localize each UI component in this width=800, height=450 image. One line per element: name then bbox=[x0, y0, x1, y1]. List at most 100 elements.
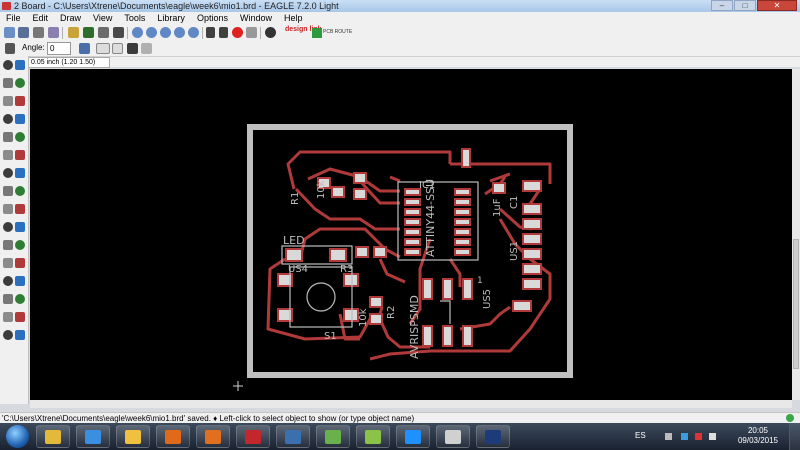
ulp-icon[interactable] bbox=[98, 27, 109, 38]
optimize-icon[interactable] bbox=[15, 204, 25, 214]
r1-pad bbox=[353, 172, 367, 184]
save-icon[interactable] bbox=[18, 27, 29, 38]
zoom-out-icon[interactable] bbox=[160, 27, 171, 38]
show-desktop-button[interactable] bbox=[789, 423, 800, 450]
minimize-button[interactable]: – bbox=[711, 0, 733, 11]
arc-icon[interactable] bbox=[15, 258, 25, 268]
menu-window[interactable]: Window bbox=[234, 12, 278, 25]
go-icon[interactable] bbox=[246, 27, 257, 38]
layer-icon[interactable] bbox=[68, 27, 79, 38]
route-icon[interactable] bbox=[3, 222, 13, 232]
show-icon[interactable] bbox=[3, 78, 13, 88]
vertical-scrollbar[interactable] bbox=[792, 69, 800, 400]
menu-options[interactable]: Options bbox=[191, 12, 234, 25]
group-icon[interactable] bbox=[3, 132, 13, 142]
menu-help[interactable]: Help bbox=[278, 12, 309, 25]
split-icon[interactable] bbox=[3, 204, 13, 214]
board-canvas[interactable]: LED US4 R3 S1 IC1 R1 10k ATTINY44-SSU 1u… bbox=[30, 69, 792, 400]
folder-taskbar-button[interactable] bbox=[116, 425, 150, 448]
layer-a-icon[interactable] bbox=[127, 43, 138, 54]
sound-icon[interactable] bbox=[695, 433, 702, 440]
help-icon[interactable] bbox=[265, 27, 276, 38]
drc-icon[interactable] bbox=[3, 330, 13, 340]
info-icon[interactable] bbox=[3, 60, 13, 70]
delete-icon[interactable] bbox=[15, 150, 25, 160]
abc-icon[interactable] bbox=[96, 43, 110, 54]
print-icon[interactable] bbox=[33, 27, 44, 38]
wire-icon[interactable] bbox=[3, 240, 13, 250]
arrow-up-icon[interactable] bbox=[665, 433, 672, 440]
horizontal-scrollbar[interactable] bbox=[30, 400, 792, 408]
rect-icon[interactable] bbox=[3, 276, 13, 286]
grid-icon[interactable] bbox=[5, 43, 15, 54]
label-us4: US4 bbox=[288, 264, 308, 275]
zoom-in-icon[interactable] bbox=[146, 27, 157, 38]
menu-view[interactable]: View bbox=[87, 12, 118, 25]
copy-icon[interactable] bbox=[15, 96, 25, 106]
close-button[interactable]: ✕ bbox=[757, 0, 797, 11]
ripup-icon[interactable] bbox=[15, 222, 25, 232]
undo-icon[interactable] bbox=[206, 27, 215, 38]
text-icon[interactable] bbox=[15, 240, 25, 250]
photoshop-taskbar-button[interactable] bbox=[476, 425, 510, 448]
explorer-taskbar-button[interactable] bbox=[36, 425, 70, 448]
network-icon[interactable] bbox=[681, 433, 688, 440]
redo-icon[interactable] bbox=[219, 27, 228, 38]
eye-icon[interactable] bbox=[15, 60, 25, 70]
language-indicator[interactable]: ES bbox=[635, 431, 646, 440]
text-mode-icon[interactable] bbox=[112, 43, 123, 54]
led-pad bbox=[329, 248, 347, 262]
store-taskbar-button[interactable] bbox=[396, 425, 430, 448]
clock[interactable]: 20:05 09/03/2015 bbox=[738, 426, 778, 446]
angle-select[interactable]: 0 bbox=[47, 42, 71, 55]
sch-board-icon[interactable] bbox=[83, 27, 94, 38]
r3-pad bbox=[355, 246, 369, 258]
hole-icon[interactable] bbox=[15, 294, 25, 304]
script-icon[interactable] bbox=[113, 27, 124, 38]
ie-taskbar-button[interactable] bbox=[76, 425, 110, 448]
change-icon[interactable] bbox=[15, 132, 25, 142]
explorer-icon bbox=[45, 429, 61, 444]
photos-taskbar-button[interactable] bbox=[316, 425, 350, 448]
via-icon[interactable] bbox=[3, 294, 13, 304]
eagle-taskbar-button[interactable] bbox=[236, 425, 270, 448]
cam-icon[interactable] bbox=[48, 27, 59, 38]
zoom-select-icon[interactable] bbox=[188, 27, 199, 38]
pinswap-icon[interactable] bbox=[15, 168, 25, 178]
maximize-button[interactable]: □ bbox=[734, 0, 756, 11]
lock-icon[interactable] bbox=[15, 186, 25, 196]
mirror-icon[interactable] bbox=[3, 114, 13, 124]
rotate-icon[interactable] bbox=[15, 114, 25, 124]
start-button[interactable] bbox=[6, 425, 29, 448]
menu-file[interactable]: File bbox=[0, 12, 27, 25]
move-icon[interactable] bbox=[3, 96, 13, 106]
menu-library[interactable]: Library bbox=[151, 12, 191, 25]
zoom-redraw-icon[interactable] bbox=[174, 27, 185, 38]
polygon-icon[interactable] bbox=[15, 276, 25, 286]
circle-icon[interactable] bbox=[3, 258, 13, 268]
paint-taskbar-button[interactable] bbox=[356, 425, 390, 448]
paste-icon[interactable] bbox=[3, 150, 13, 160]
pcb-route-icon[interactable] bbox=[312, 28, 322, 38]
menu-draw[interactable]: Draw bbox=[54, 12, 87, 25]
add-icon[interactable] bbox=[3, 168, 13, 178]
autorouter-icon[interactable] bbox=[15, 312, 25, 322]
ratsnest-icon[interactable] bbox=[3, 312, 13, 322]
zoom-fit-icon[interactable] bbox=[132, 27, 143, 38]
firefox-taskbar-button[interactable] bbox=[196, 425, 230, 448]
snipping-taskbar-button[interactable] bbox=[436, 425, 470, 448]
stop-icon[interactable] bbox=[232, 27, 243, 38]
layer-b-icon[interactable] bbox=[141, 43, 152, 54]
media-player-taskbar-button[interactable] bbox=[156, 425, 190, 448]
display-icon[interactable] bbox=[15, 78, 25, 88]
mirror-icon[interactable] bbox=[79, 43, 90, 54]
errors-icon[interactable] bbox=[15, 330, 25, 340]
replace-icon[interactable] bbox=[3, 186, 13, 196]
open-icon[interactable] bbox=[4, 27, 15, 38]
remote-taskbar-button[interactable] bbox=[276, 425, 310, 448]
vertical-scroll-thumb[interactable] bbox=[793, 239, 799, 369]
power-icon[interactable] bbox=[709, 433, 716, 440]
photoshop-icon bbox=[485, 429, 501, 444]
menu-tools[interactable]: Tools bbox=[118, 12, 151, 25]
menu-edit[interactable]: Edit bbox=[27, 12, 55, 25]
